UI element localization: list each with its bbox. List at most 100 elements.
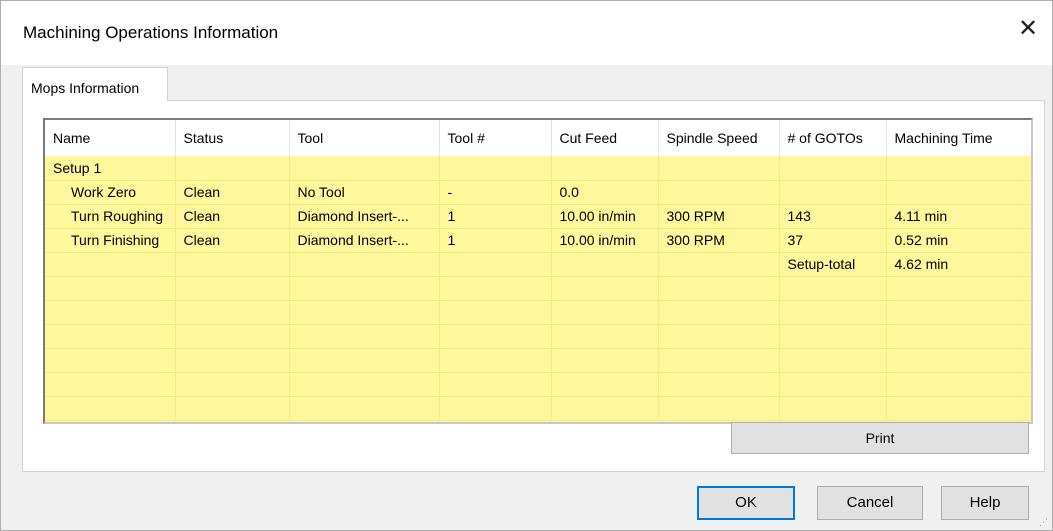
table-cell: 10.00 in/min [551,228,659,253]
table-cell [886,300,1031,325]
operations-table: Name Status Tool Tool # Cut Feed Spindle Spee… [45,120,1031,421]
cancel-button[interactable]: Cancel [817,486,923,520]
table-cell [779,300,887,325]
print-button[interactable]: Print [731,422,1029,454]
table-cell [658,324,780,349]
table-row[interactable]: Work Zero Clean No Tool -0.0 [45,180,1031,205]
help-button[interactable]: Help [941,486,1029,520]
table-header-row: Name Status Tool Tool # Cut Feed Spindle Spee… [45,120,1031,156]
table-cell [886,324,1031,349]
table-cell [45,372,176,397]
table-cell [658,300,780,325]
table-cell: 1 [439,228,552,253]
table-row[interactable] [45,324,1031,349]
table-cell [551,348,659,373]
table-cell [779,324,887,349]
column-header[interactable]: Status [175,120,290,156]
table-row[interactable]: Turn Finishing Clean Diamond Insert-... 1 10… [45,228,1031,253]
table-row[interactable]: Setup-total 4.62 min [45,252,1031,277]
table-cell [886,372,1031,397]
table-cell [45,324,176,349]
table-cell: 0.52 min [886,228,1031,253]
table-cell: Clean [175,180,290,205]
table-cell: 4.62 min [886,252,1031,277]
operations-grid[interactable]: Name Status Tool Tool # Cut Feed Spindle Spee… [43,118,1033,424]
table-cell [658,396,780,421]
table-cell: 300 RPM [658,228,780,253]
table-cell: Clean [175,204,290,229]
table-cell [289,300,440,325]
table-cell [551,276,659,301]
column-header[interactable]: Name [45,120,176,156]
dialog-window: Machining Operations Information ✕ Mops … [0,0,1053,531]
table-cell: Diamond Insert-... [289,228,440,253]
table-cell [779,276,887,301]
table-cell: 4.11 min [886,204,1031,229]
table-row[interactable] [45,276,1031,301]
table-cell [551,300,659,325]
tab-mops-information[interactable]: Mops Information [22,67,168,101]
table-cell [45,348,176,373]
table-cell [886,396,1031,421]
table-cell [551,324,659,349]
table-cell: 300 RPM [658,204,780,229]
column-header[interactable]: # of GOTOs [779,120,887,156]
column-header[interactable]: Cut Feed [551,120,659,156]
table-cell [175,156,290,181]
table-cell [439,324,552,349]
table-cell [658,252,780,277]
table-cell [45,276,176,301]
column-header[interactable]: Tool [289,120,440,156]
table-cell: Turn Roughing [45,204,176,229]
column-header[interactable]: Spindle Speed [658,120,780,156]
table-row[interactable]: Setup 1 [45,156,1031,181]
table-cell [439,156,552,181]
table-cell: 37 [779,228,887,253]
table-cell [886,276,1031,301]
title-bar: Machining Operations Information ✕ [1,1,1052,65]
table-cell [886,348,1031,373]
table-cell [551,156,659,181]
table-cell [289,324,440,349]
table-cell [289,396,440,421]
table-cell [779,372,887,397]
table-cell [175,348,290,373]
table-cell [289,372,440,397]
table-cell [289,276,440,301]
table-cell [551,252,659,277]
table-row[interactable] [45,348,1031,373]
table-cell: 10.00 in/min [551,204,659,229]
table-cell: No Tool [289,180,440,205]
table-cell: Work Zero [45,180,176,205]
table-cell [779,180,887,205]
column-header[interactable]: Machining Time [886,120,1031,156]
table-cell [175,300,290,325]
table-cell [175,372,290,397]
table-cell [658,276,780,301]
resize-grip-icon[interactable]: ⋰ [1039,517,1049,527]
table-cell [45,300,176,325]
table-cell [175,276,290,301]
table-cell: Turn Finishing [45,228,176,253]
table-cell [886,180,1031,205]
table-cell [289,348,440,373]
ok-button[interactable]: OK [697,486,795,520]
table-cell [439,300,552,325]
table-cell [439,252,552,277]
column-header[interactable]: Tool # [439,120,552,156]
table-cell [551,396,659,421]
close-icon[interactable]: ✕ [1010,11,1046,47]
table-cell [658,180,780,205]
table-row[interactable]: Turn Roughing Clean Diamond Insert-... 1 10.… [45,204,1031,229]
table-cell [175,252,290,277]
table-cell [45,396,176,421]
table-cell [439,348,552,373]
table-cell [779,396,887,421]
table-row[interactable] [45,396,1031,421]
table-row[interactable] [45,300,1031,325]
table-cell [439,396,552,421]
table-cell: Setup 1 [45,156,176,181]
table-cell [45,252,176,277]
table-cell [779,348,887,373]
table-row[interactable] [45,372,1031,397]
